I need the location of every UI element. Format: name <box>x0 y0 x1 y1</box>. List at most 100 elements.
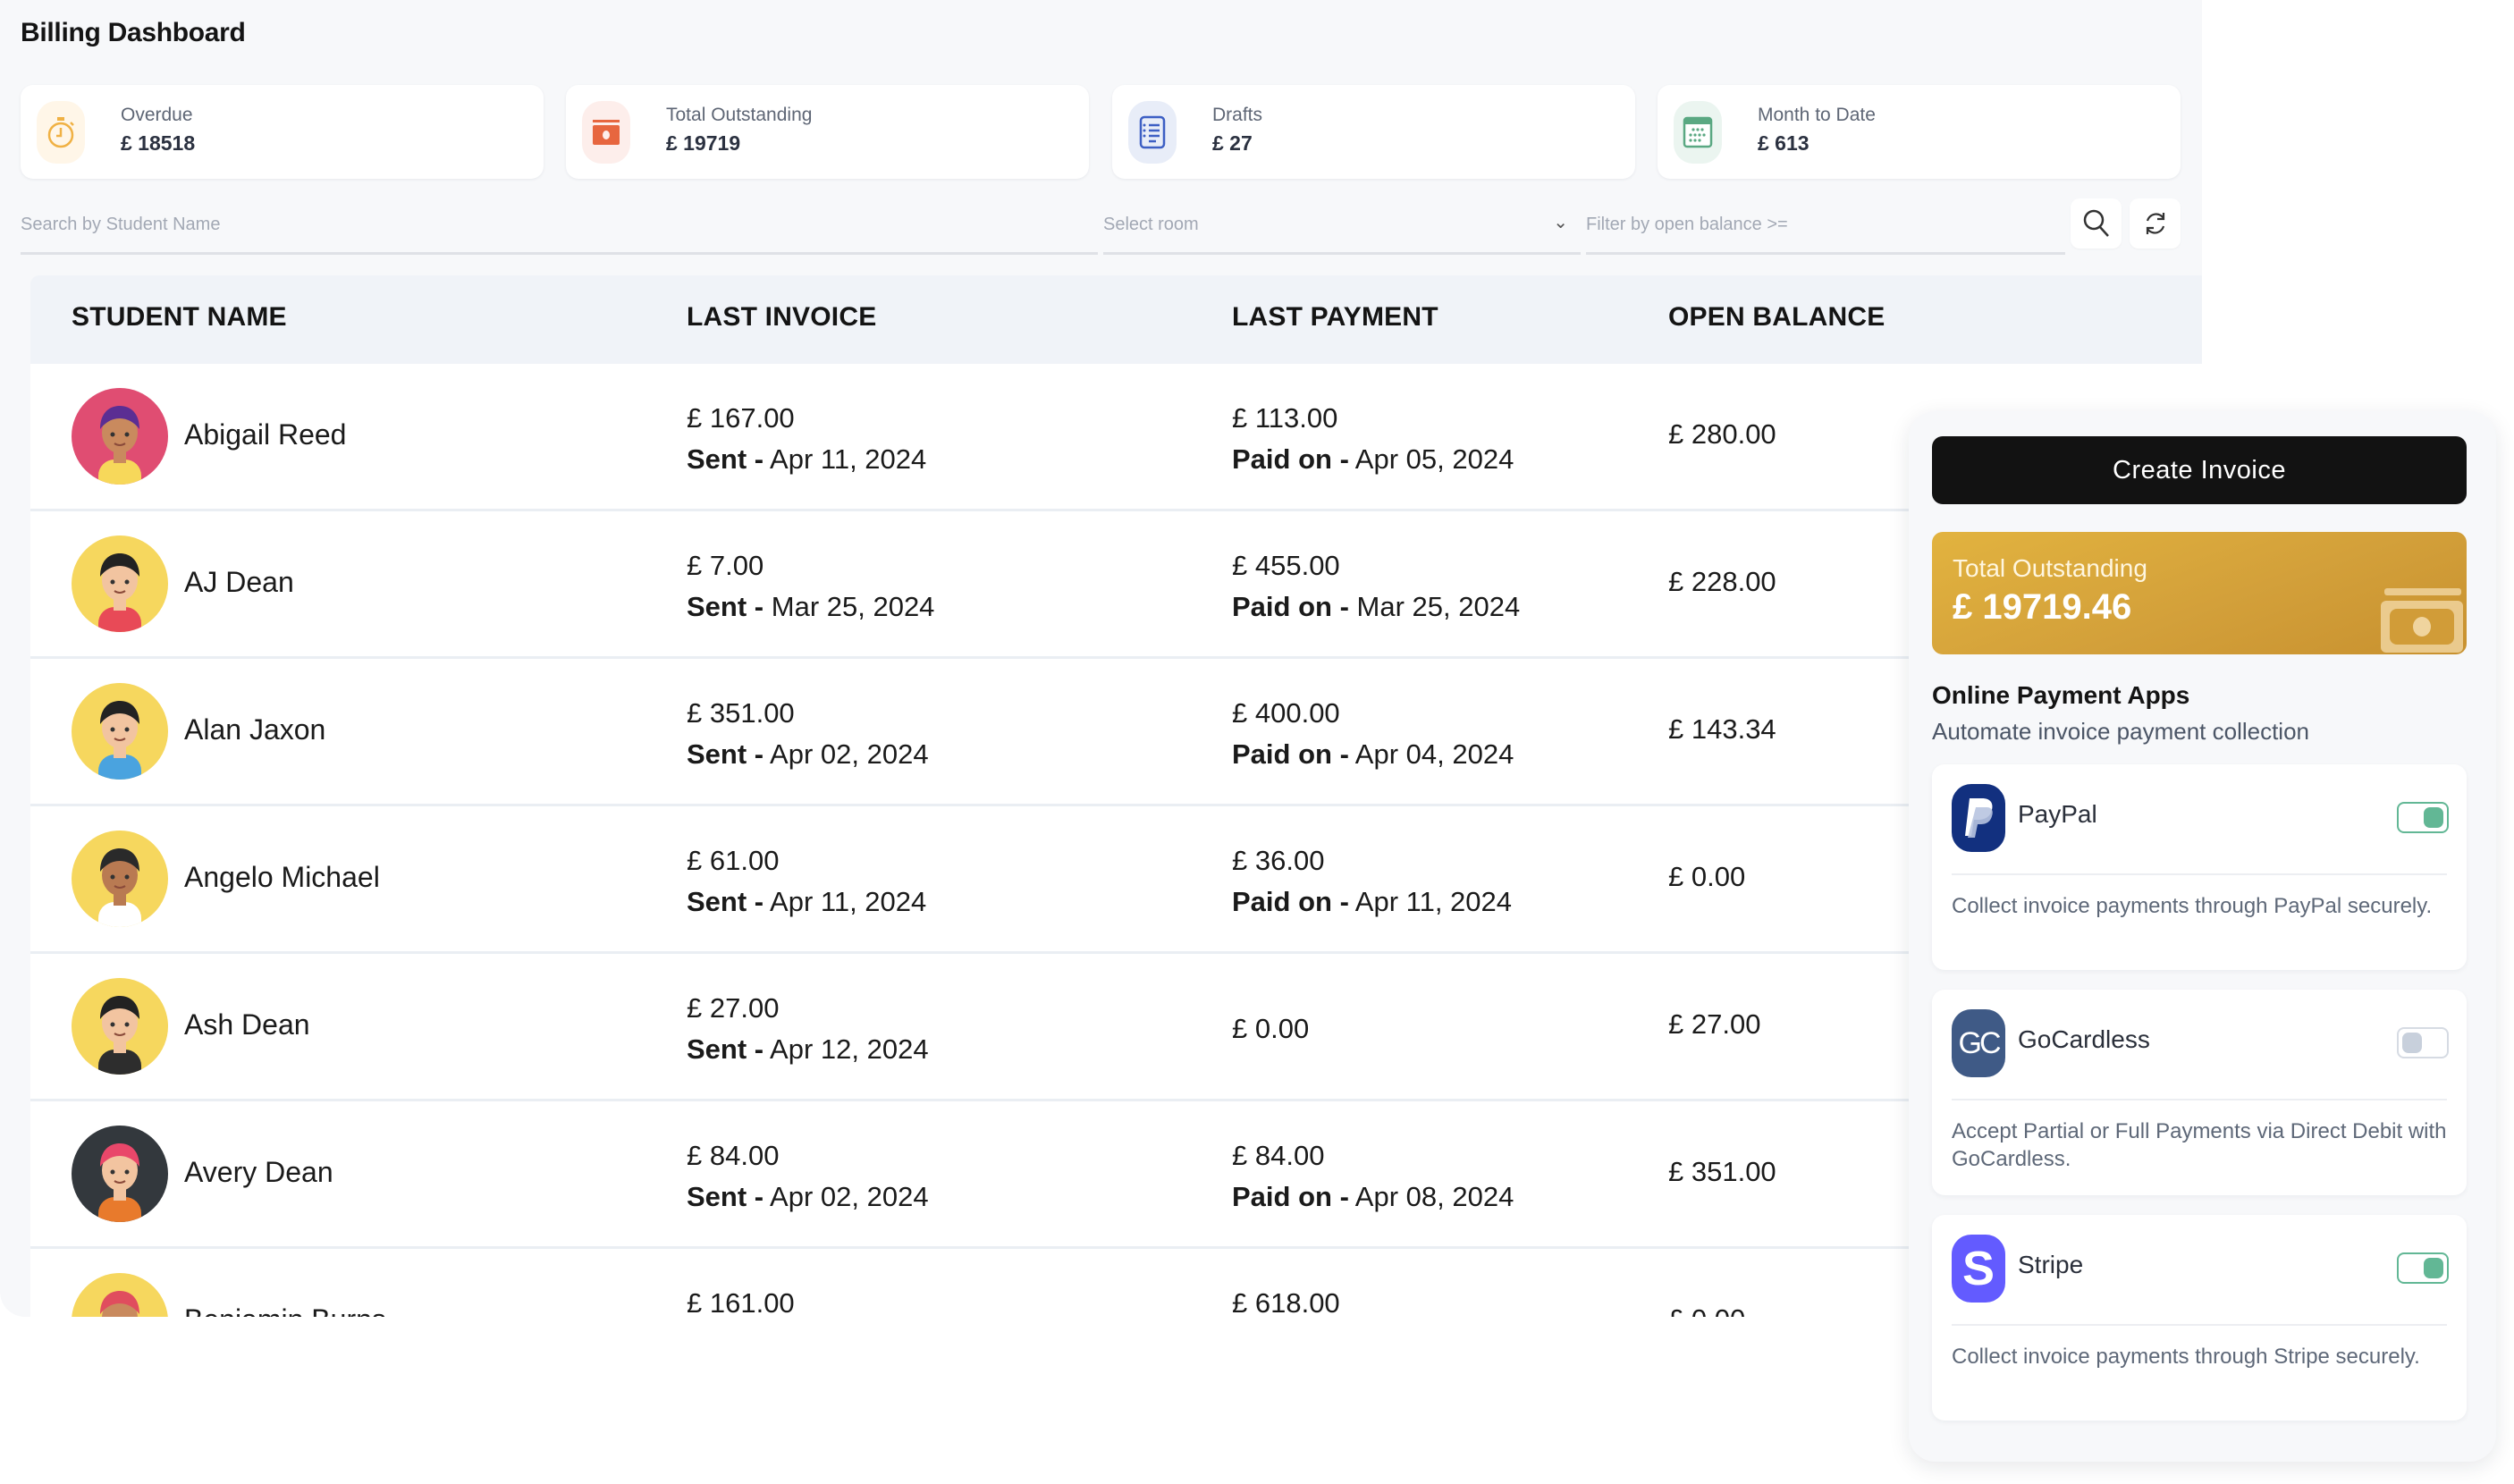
gocardless-icon: GC <box>1952 1009 2005 1077</box>
avatar <box>72 1126 168 1222</box>
paypal-toggle[interactable] <box>2397 802 2449 833</box>
search-placeholder: Search by Student Name <box>21 215 221 234</box>
sent-label: Sent - <box>687 1033 764 1065</box>
app-name: PayPal <box>2018 800 2097 828</box>
stat-label: Overdue <box>121 105 193 125</box>
avatar <box>72 831 168 927</box>
search-icon <box>2083 209 2109 237</box>
open-balance: £ 280.00 <box>1668 418 1776 450</box>
table-row[interactable]: Angelo Michael £ 61.00 Sent - Apr 11, 2024… <box>30 806 2202 954</box>
open-balance: £ 27.00 <box>1668 1008 1761 1040</box>
table-row[interactable]: Avery Dean £ 84.00 Sent - Apr 02, 2024 £ 84… <box>30 1101 2202 1249</box>
open-balance: £ 228.00 <box>1668 566 1776 597</box>
total-outstanding-value: £ 19719.46 <box>1953 587 2132 627</box>
payment-date: Apr 04, 2024 <box>1354 738 1514 770</box>
students-table: STUDENT NAME LAST INVOICE LAST PAYMENT O… <box>30 275 2202 1317</box>
table-row[interactable]: Abigail Reed £ 167.00 Sent - Apr 11, 2024 £… <box>30 364 2202 511</box>
stat-card-total-outstanding[interactable]: Total Outstanding £ 19719 <box>566 85 1089 179</box>
sent-label: Sent - <box>687 1181 764 1212</box>
refresh-icon <box>2146 213 2164 234</box>
last-invoice-cell: £ 7.00 Sent - Mar 25, 2024 <box>687 545 934 628</box>
total-outstanding-label: Total Outstanding <box>1953 554 2147 582</box>
payment-amount: £ 455.00 <box>1232 550 1340 581</box>
billing-sidebar: Create Invoice Total Outstanding £ 19719… <box>1909 411 2496 1462</box>
banknote-icon <box>2381 588 2463 653</box>
stripe-toggle[interactable] <box>2397 1252 2449 1284</box>
stat-card-overdue[interactable]: Overdue £ 18518 <box>21 85 544 179</box>
divider <box>1952 1099 2447 1100</box>
payment-date: Apr 05, 2024 <box>1354 443 1514 475</box>
payment-amount: £ 84.00 <box>1232 1140 1325 1171</box>
last-payment-cell: £ 84.00 Paid on - Apr 08, 2024 <box>1232 1135 1514 1218</box>
sent-label: Sent - <box>687 738 764 770</box>
student-name[interactable]: Benjamin Burns <box>184 1303 386 1317</box>
gocardless-toggle[interactable] <box>2397 1027 2449 1058</box>
paid-label: Paid on - <box>1232 1181 1349 1212</box>
invoice-date: Mar 25, 2024 <box>771 591 935 622</box>
payment-date: Mar 25, 2024 <box>1356 591 1521 622</box>
open-balance: £ 0.00 <box>1668 1303 1745 1317</box>
stat-card-month-to-date[interactable]: Month to Date £ 613 <box>1658 85 2181 179</box>
paid-label: Paid on - <box>1232 591 1349 622</box>
header-last-invoice[interactable]: LAST INVOICE <box>687 302 876 333</box>
table-row[interactable]: Ash Dean £ 27.00 Sent - Apr 12, 2024 £ 0.00… <box>30 954 2202 1101</box>
student-name[interactable]: Alan Jaxon <box>184 713 325 746</box>
app-name: GoCardless <box>2018 1025 2150 1053</box>
table-header: STUDENT NAME LAST INVOICE LAST PAYMENT O… <box>30 275 2202 364</box>
payment-app-paypal: PayPal Collect invoice payments through … <box>1932 764 2467 970</box>
student-name[interactable]: AJ Dean <box>184 566 294 599</box>
last-invoice-cell: £ 161.00 <box>687 1283 795 1317</box>
payment-apps-subtitle: Automate invoice payment collection <box>1932 718 2310 745</box>
app-description: Collect invoice payments through PayPal … <box>1952 894 2433 918</box>
create-invoice-button[interactable]: Create Invoice <box>1932 436 2467 504</box>
avatar <box>72 535 168 632</box>
student-name[interactable]: Abigail Reed <box>184 418 346 451</box>
table-row[interactable]: AJ Dean £ 7.00 Sent - Mar 25, 2024 £ 455.00… <box>30 511 2202 659</box>
paid-label: Paid on - <box>1232 443 1349 475</box>
student-name[interactable]: Angelo Michael <box>184 861 380 894</box>
table-row[interactable]: Benjamin Burns £ 161.00 £ 618.00 £ 0.00 <box>30 1249 2202 1317</box>
header-student-name[interactable]: STUDENT NAME <box>72 302 287 333</box>
app-description: Collect invoice payments through Stripe … <box>1952 1345 2420 1369</box>
banknote-icon <box>582 101 630 164</box>
invoice-amount: £ 61.00 <box>687 845 780 876</box>
search-student-input[interactable]: Search by Student Name <box>21 198 1098 255</box>
refresh-button[interactable] <box>2130 198 2181 249</box>
last-invoice-cell: £ 61.00 Sent - Apr 11, 2024 <box>687 840 926 923</box>
room-select[interactable]: Select room ⌄ <box>1103 198 1581 255</box>
payment-date: Apr 08, 2024 <box>1354 1181 1514 1212</box>
invoice-amount: £ 27.00 <box>687 992 780 1024</box>
last-invoice-cell: £ 27.00 Sent - Apr 12, 2024 <box>687 988 929 1070</box>
last-invoice-cell: £ 351.00 Sent - Apr 02, 2024 <box>687 693 929 775</box>
payment-app-gocardless: GC GoCardless Accept Partial or Full Pay… <box>1932 990 2467 1195</box>
room-placeholder: Select room <box>1103 215 1199 234</box>
document-list-icon <box>1128 101 1177 164</box>
student-name[interactable]: Avery Dean <box>184 1156 333 1189</box>
header-last-payment[interactable]: LAST PAYMENT <box>1232 302 1438 333</box>
search-button[interactable] <box>2071 198 2122 249</box>
stat-value: £ 19719 <box>666 131 741 155</box>
open-balance-filter-input[interactable]: Filter by open balance >= <box>1586 198 2065 255</box>
table-row[interactable]: Alan Jaxon £ 351.00 Sent - Apr 02, 2024 £ 4… <box>30 659 2202 806</box>
stat-value: £ 27 <box>1212 131 1253 155</box>
open-balance: £ 0.00 <box>1668 861 1746 892</box>
total-outstanding-card: Total Outstanding £ 19719.46 <box>1932 532 2467 654</box>
app-name: Stripe <box>2018 1251 2084 1278</box>
calendar-icon <box>1674 101 1722 164</box>
last-payment-cell: £ 36.00 Paid on - Apr 11, 2024 <box>1232 840 1512 923</box>
sent-label: Sent - <box>687 443 764 475</box>
payment-amount: £ 618.00 <box>1232 1287 1340 1317</box>
invoice-date: Apr 11, 2024 <box>770 886 927 917</box>
avatar <box>72 1273 168 1317</box>
stat-card-drafts[interactable]: Drafts £ 27 <box>1112 85 1635 179</box>
stat-value: £ 18518 <box>121 131 196 155</box>
last-payment-cell: £ 0.00 <box>1232 1008 1309 1050</box>
invoice-amount: £ 351.00 <box>687 697 795 729</box>
divider <box>1952 1324 2447 1326</box>
divider <box>1952 873 2447 875</box>
payment-amount: £ 0.00 <box>1232 1013 1310 1044</box>
header-open-balance[interactable]: OPEN BALANCE <box>1668 302 1885 333</box>
invoice-date: Apr 11, 2024 <box>770 443 927 475</box>
payment-date: Apr 11, 2024 <box>1354 886 1513 917</box>
student-name[interactable]: Ash Dean <box>184 1008 310 1041</box>
